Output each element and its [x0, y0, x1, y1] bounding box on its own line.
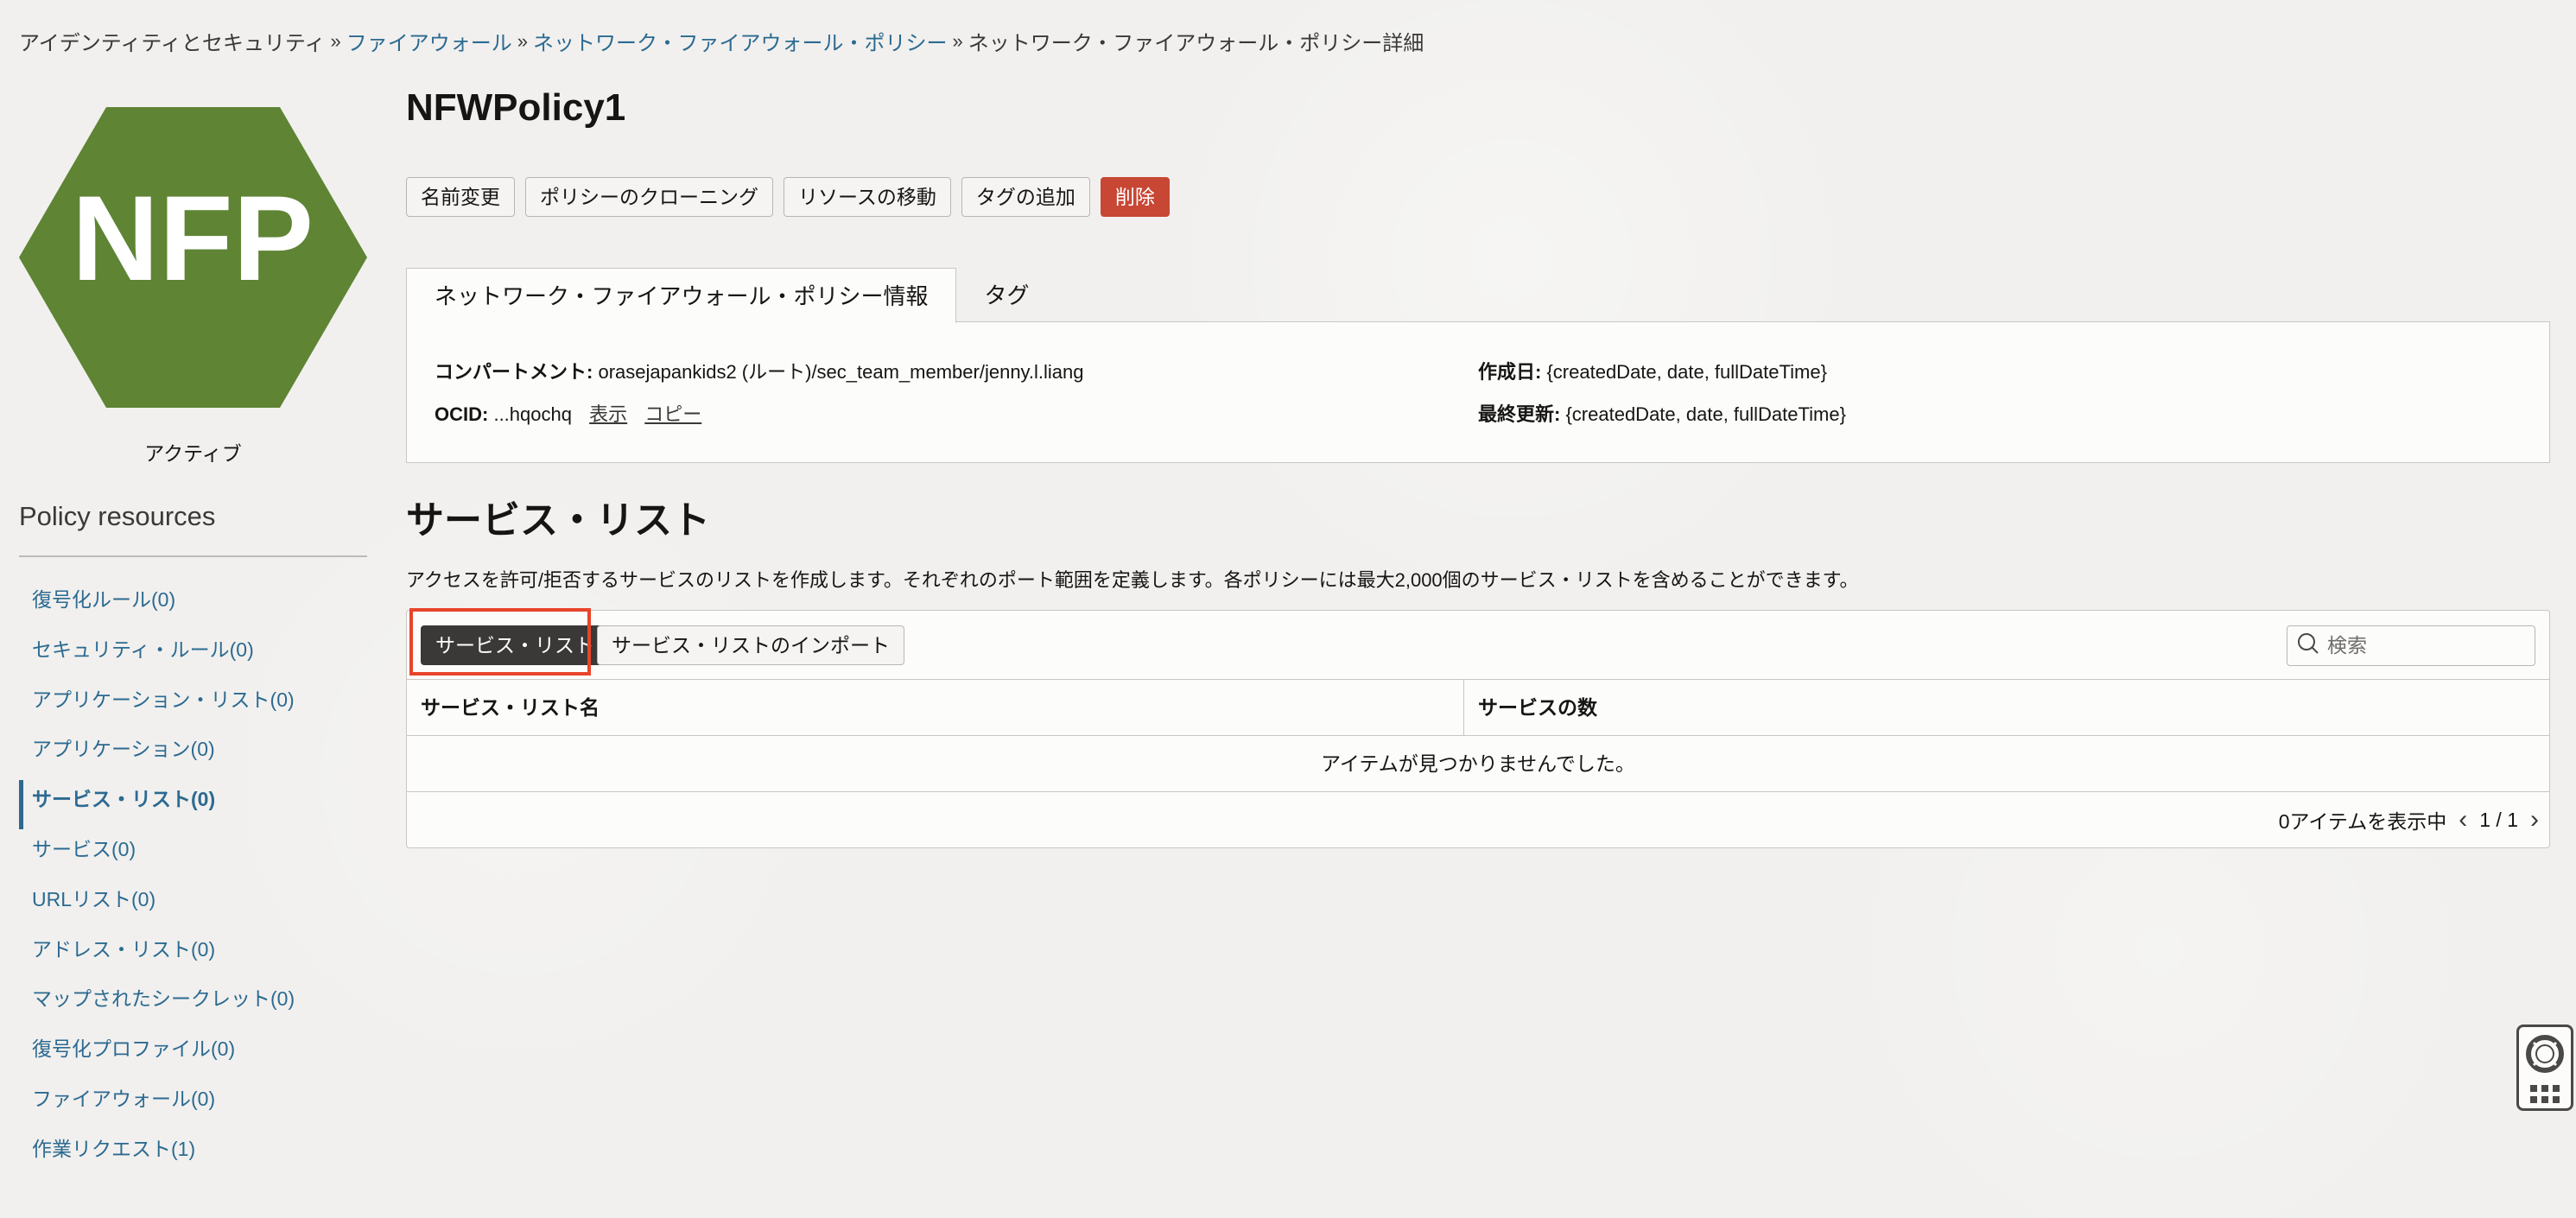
sidebar-item-applications[interactable]: アプリケーション(0)	[19, 730, 367, 780]
resource-icon-text: NFP	[72, 170, 314, 306]
sidebar-item-firewalls[interactable]: ファイアウォール(0)	[19, 1080, 367, 1130]
status-label: アクティブ	[144, 442, 242, 465]
updated-row: 最終更新: {createdDate, date, fullDateTime}	[1478, 399, 1846, 427]
created-value: {createdDate, date, fullDateTime}	[1546, 361, 1827, 383]
updated-value: {createdDate, date, fullDateTime}	[1565, 403, 1846, 425]
add-tags-button[interactable]: タグの追加	[961, 177, 1090, 217]
sidebar-item-mapped-secrets[interactable]: マップされたシークレット(0)	[19, 980, 367, 1030]
breadcrumb-firewall-link[interactable]: ファイアウォール	[346, 26, 512, 56]
page-indicator: 1 / 1	[2479, 808, 2518, 831]
service-lists-table: サービス・リスト の作成 サービス・リストのインポート サービス・リスト名 サー…	[406, 608, 2550, 848]
column-header-name[interactable]: サービス・リスト名	[407, 680, 1464, 736]
rename-button[interactable]: 名前変更	[406, 177, 515, 217]
page-title: NFWPolicy1	[406, 86, 626, 129]
sidebar-nav: 復号化ルール(0) セキュリティ・ルール(0) アプリケーション・リスト(0) …	[19, 580, 367, 1180]
sidebar-item-address-lists[interactable]: アドレス・リスト(0)	[19, 930, 367, 980]
clone-policy-button[interactable]: ポリシーのクローニング	[525, 177, 773, 217]
sidebar-item-work-requests[interactable]: 作業リクエスト(1)	[19, 1130, 367, 1180]
updated-label: 最終更新:	[1478, 403, 1561, 425]
sidebar-item-decryption-profiles[interactable]: 復号化プロファイル(0)	[19, 1030, 367, 1080]
compartment-row: コンパートメント: orasejapankids2 (ルート)/sec_team…	[435, 357, 1084, 384]
sidebar-title: Policy resources	[19, 501, 216, 531]
breadcrumb-separator: »	[952, 29, 963, 52]
created-row: 作成日: {createdDate, date, fullDateTime}	[1478, 357, 1827, 384]
table-footer: 0アイテムを表示中 ‹ 1 / 1 ›	[407, 792, 2549, 847]
search-input[interactable]	[2327, 634, 2517, 657]
tab-tags[interactable]: タグ	[956, 268, 1056, 323]
breadcrumb-firewall-policies-link[interactable]: ネットワーク・ファイアウォール・ポリシー	[533, 26, 948, 56]
compartment-label: コンパートメント:	[435, 361, 593, 383]
lifebuoy-icon	[2525, 1034, 2565, 1078]
empty-message: アイテムが見つかりませんでした。	[407, 736, 2549, 792]
table-toolbar: サービス・リスト の作成 サービス・リストのインポート	[407, 608, 2549, 680]
compartment-value: orasejapankids2 (ルート)/sec_team_member/je…	[598, 361, 1084, 383]
item-count: 0アイテムを表示中	[2278, 810, 2447, 833]
sidebar-divider	[19, 555, 367, 557]
apps-grid-icon	[2530, 1085, 2560, 1103]
ocid-value: ...hqochq	[493, 403, 572, 425]
resource-hexagon-icon: NFP	[19, 107, 367, 408]
ocid-copy-link[interactable]: コピー	[644, 403, 701, 425]
search-icon	[2296, 631, 2320, 660]
breadcrumb-separator: »	[330, 29, 341, 52]
action-bar: 名前変更 ポリシーのクローニング リソースの移動 タグの追加 削除	[406, 177, 1170, 217]
breadcrumb-current-page: ネットワーク・ファイアウォール・ポリシー詳細	[968, 32, 1424, 55]
sidebar-item-security-rules[interactable]: セキュリティ・ルール(0)	[19, 631, 367, 681]
section-title: サービス・リスト	[406, 499, 710, 542]
next-page-icon[interactable]: ›	[2530, 807, 2539, 833]
ocid-label: OCID:	[435, 403, 489, 425]
tab-bar: ネットワーク・ファイアウォール・ポリシー情報 タグ	[406, 268, 1057, 323]
sidebar-item-service-lists[interactable]: サービス・リスト(0)	[19, 780, 367, 830]
tab-policy-info[interactable]: ネットワーク・ファイアウォール・ポリシー情報	[406, 268, 957, 323]
created-label: 作成日:	[1478, 361, 1542, 383]
section-description: アクセスを許可/拒否するサービスのリストを作成します。それぞれのポート範囲を定義…	[406, 569, 1859, 591]
help-widget[interactable]	[2516, 1025, 2573, 1111]
sidebar-item-decryption-rules[interactable]: 復号化ルール(0)	[19, 580, 367, 631]
breadcrumb-separator: »	[517, 29, 528, 52]
ocid-show-link[interactable]: 表示	[589, 403, 627, 425]
sidebar-item-application-lists[interactable]: アプリケーション・リスト(0)	[19, 681, 367, 731]
sidebar-item-services[interactable]: サービス(0)	[19, 830, 367, 880]
breadcrumb-identity-security: アイデンティティとセキュリティ	[19, 32, 326, 55]
ocid-row: OCID: ...hqochq 表示 コピー	[435, 399, 701, 427]
move-resource-button[interactable]: リソースの移動	[784, 177, 951, 217]
table-header: サービス・リスト名 サービスの数	[407, 680, 2549, 736]
delete-button[interactable]: 削除	[1100, 177, 1170, 217]
search-box	[2287, 625, 2535, 666]
breadcrumb: アイデンティティとセキュリティ » ファイアウォール » ネットワーク・ファイア…	[19, 26, 1424, 56]
import-service-list-button[interactable]: サービス・リストのインポート	[597, 625, 904, 665]
background-texture	[0, 0, 2576, 1218]
previous-page-icon[interactable]: ‹	[2459, 807, 2467, 833]
column-header-service-count[interactable]: サービスの数	[1464, 680, 2549, 736]
policy-info-panel: コンパートメント: orasejapankids2 (ルート)/sec_team…	[406, 321, 2550, 463]
sidebar-item-url-lists[interactable]: URLリスト(0)	[19, 880, 367, 930]
